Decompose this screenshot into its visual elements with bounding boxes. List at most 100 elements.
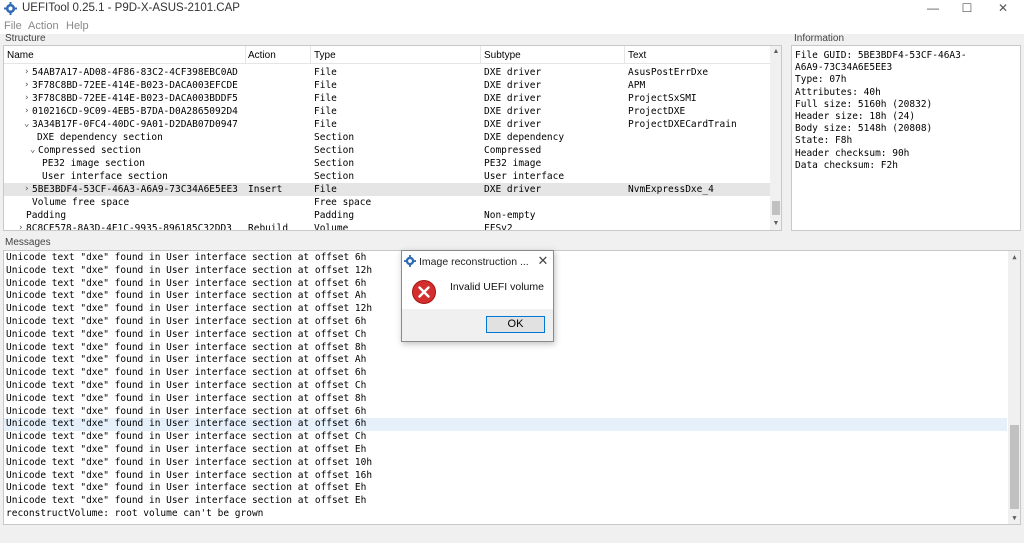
app-gear-icon <box>404 255 416 267</box>
row-subtype: DXE driver <box>484 184 542 195</box>
info-line: Body size: 5148h (20808) <box>795 123 933 135</box>
info-line: Type: 07h <box>795 74 847 86</box>
scroll-up-icon[interactable]: ▲ <box>1008 251 1020 263</box>
row-name: Compressed section <box>38 145 141 156</box>
minimize-button[interactable]: — <box>916 0 950 18</box>
row-name: PE32 image section <box>42 158 145 169</box>
message-line[interactable]: Unicode text "dxe" found in User interfa… <box>4 354 1007 367</box>
message-line[interactable]: Unicode text "dxe" found in User interfa… <box>4 342 1007 355</box>
row-subtype: Compressed <box>484 145 542 156</box>
collapse-arrow-icon[interactable]: ⌄ <box>30 144 35 157</box>
row-name: Padding <box>26 210 67 221</box>
close-button[interactable]: ✕ <box>986 0 1020 18</box>
expand-arrow-icon[interactable]: › <box>24 79 29 92</box>
structure-scrollbar[interactable]: ▲ ▼ <box>770 46 781 230</box>
tree-row[interactable]: Volume free space Free space <box>4 196 770 209</box>
row-text: NvmExpressDxe_4 <box>628 184 714 195</box>
tree-row[interactable]: › 3F78C8BD-72EE-414E-B023-DACA003EFCDE F… <box>4 79 770 92</box>
row-subtype: DXE driver <box>484 106 542 117</box>
scroll-thumb[interactable] <box>1010 425 1019 509</box>
message-line[interactable]: Unicode text "dxe" found in User interfa… <box>4 457 1007 470</box>
menu-help[interactable]: Help <box>66 20 89 32</box>
row-name: 3F78C8BD-72EE-414E-B023-DACA003BDDF5 <box>32 93 238 104</box>
scroll-up-icon[interactable]: ▲ <box>770 46 781 58</box>
message-line[interactable]: Unicode text "dxe" found in User interfa… <box>4 444 1007 457</box>
dialog-footer: OK <box>402 309 553 341</box>
message-line[interactable]: Unicode text "dxe" found in User interfa… <box>4 406 1007 419</box>
expand-arrow-icon[interactable]: › <box>24 183 29 196</box>
info-line: Data checksum: F2h <box>795 159 898 171</box>
row-subtype: FFSv2 <box>484 223 513 231</box>
row-text: ProjectSxSMI <box>628 93 697 104</box>
collapse-arrow-icon[interactable]: ⌄ <box>24 118 29 131</box>
row-subtype: DXE driver <box>484 67 542 78</box>
expand-arrow-icon[interactable]: › <box>24 105 29 118</box>
row-subtype: DXE driver <box>484 119 542 130</box>
information-panel: File GUID: 5BE3BDF4-53CF-46A3- A6A9-73C3… <box>791 45 1021 231</box>
row-type: Section <box>314 171 355 182</box>
expand-arrow-icon[interactable]: › <box>24 66 29 79</box>
row-name: 3F78C8BD-72EE-414E-B023-DACA003EFCDE <box>32 80 238 91</box>
row-text: AsusPostErrDxe <box>628 67 709 78</box>
row-text: ProjectDXECardTrain <box>628 119 737 130</box>
message-line[interactable]: Unicode text "dxe" found in User interfa… <box>4 367 1007 380</box>
column-subtype[interactable]: Subtype <box>484 50 521 61</box>
message-line[interactable]: Unicode text "dxe" found in User interfa… <box>4 380 1007 393</box>
column-action[interactable]: Action <box>248 50 276 61</box>
menu-file[interactable]: File <box>4 20 22 32</box>
tree-row-selected[interactable]: › 5BE3BDF4-53CF-46A3-A6A9-73C34A6E5EE3 I… <box>4 183 770 196</box>
message-line[interactable]: reconstructVolume: root volume can't be … <box>4 508 1007 521</box>
column-name[interactable]: Name <box>7 50 34 61</box>
dialog-close-button[interactable]: ✕ <box>534 253 552 269</box>
row-type: File <box>314 106 337 117</box>
row-type: Free space <box>314 197 372 208</box>
row-type: Padding <box>314 210 355 221</box>
expand-arrow-icon[interactable]: › <box>18 222 23 230</box>
row-type: File <box>314 119 337 130</box>
structure-tree[interactable]: Name Action Type Subtype Text › 54AB7A17… <box>3 45 782 231</box>
tree-row[interactable]: ⌄ Compressed section Section Compressed <box>4 144 770 157</box>
column-type[interactable]: Type <box>314 50 336 61</box>
column-text[interactable]: Text <box>628 50 646 61</box>
message-line-highlighted[interactable]: Unicode text "dxe" found in User interfa… <box>4 418 1007 432</box>
tree-row[interactable]: › 3F78C8BD-72EE-414E-B023-DACA003BDDF5 F… <box>4 92 770 105</box>
message-line[interactable]: Unicode text "dxe" found in User interfa… <box>4 495 1007 508</box>
info-line: Attributes: 40h <box>795 86 881 98</box>
message-line[interactable]: Unicode text "dxe" found in User interfa… <box>4 482 1007 495</box>
row-type: Section <box>314 132 355 143</box>
row-name: 010216CD-9C09-4EB5-B7DA-D0A2865092D4 <box>32 106 238 117</box>
error-icon <box>412 280 436 304</box>
info-line: Header size: 18h (24) <box>795 110 916 122</box>
row-type: File <box>314 67 337 78</box>
info-line: File GUID: 5BE3BDF4-53CF-46A3- <box>795 50 967 61</box>
tree-row[interactable]: ⌄ 3A34B17F-0FC4-40DC-9A01-D2DAB07D0947 F… <box>4 118 770 131</box>
row-action: Insert <box>248 184 283 195</box>
scroll-down-icon[interactable]: ▼ <box>770 218 781 230</box>
menu-action[interactable]: Action <box>28 20 59 32</box>
tree-row[interactable]: DXE dependency section Section DXE depen… <box>4 131 770 144</box>
expand-arrow-icon[interactable]: › <box>24 92 29 105</box>
message-line[interactable]: Unicode text "dxe" found in User interfa… <box>4 470 1007 483</box>
row-name: User interface section <box>42 171 168 182</box>
maximize-button[interactable]: ☐ <box>950 0 984 18</box>
scroll-thumb[interactable] <box>772 201 780 215</box>
tree-row[interactable]: User interface section Section User inte… <box>4 170 770 183</box>
tree-row[interactable]: › 54AB7A17-AD08-4F86-83C2-4CF398EBC0AD F… <box>4 66 770 79</box>
tree-row[interactable]: › 010216CD-9C09-4EB5-B7DA-D0A2865092D4 F… <box>4 105 770 118</box>
info-line: Full size: 5160h (20832) <box>795 98 933 110</box>
ok-button[interactable]: OK <box>486 316 545 333</box>
row-type: File <box>314 80 337 91</box>
message-line[interactable]: Unicode text "dxe" found in User interfa… <box>4 393 1007 406</box>
tree-row[interactable]: › 8C8CE578-8A3D-4F1C-9935-896185C32DD3 R… <box>4 222 770 231</box>
message-line[interactable]: Unicode text "dxe" found in User interfa… <box>4 431 1007 444</box>
messages-scrollbar[interactable]: ▲ ▼ <box>1008 251 1020 524</box>
row-name: 8C8CE578-8A3D-4F1C-9935-896185C32DD3 <box>26 223 232 231</box>
dialog-message: Invalid UEFI volume <box>450 281 544 293</box>
scroll-down-icon[interactable]: ▼ <box>1008 512 1020 524</box>
row-type: Section <box>314 158 355 169</box>
row-name: 3A34B17F-0FC4-40DC-9A01-D2DAB07D0947 <box>32 119 238 130</box>
tree-row[interactable]: Padding Padding Non-empty <box>4 209 770 222</box>
tree-row[interactable]: PE32 image section Section PE32 image <box>4 157 770 170</box>
row-subtype: PE32 image <box>484 158 542 169</box>
row-type: Section <box>314 145 355 156</box>
